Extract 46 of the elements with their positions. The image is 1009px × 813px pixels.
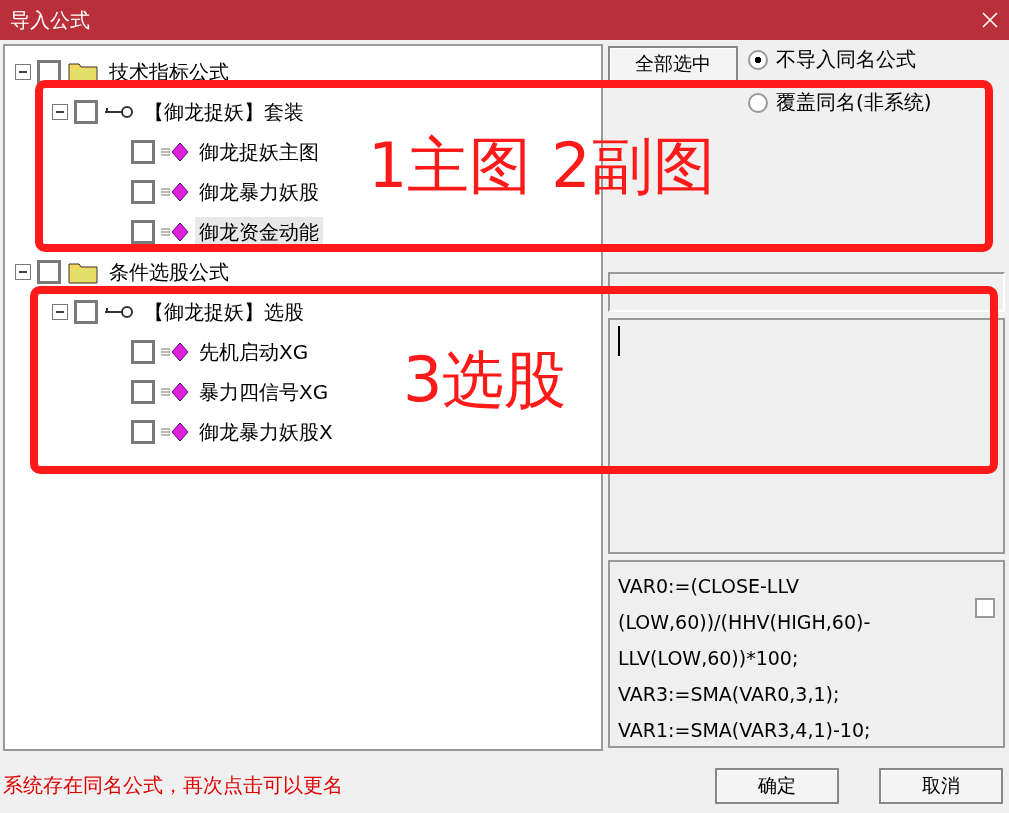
radio-button[interactable] bbox=[748, 92, 768, 113]
checkbox[interactable] bbox=[131, 420, 155, 444]
radio-option[interactable]: 覆盖同名(非系统) bbox=[748, 89, 932, 116]
collapse-icon[interactable] bbox=[52, 104, 68, 120]
annotation-label: 1主图 2副图 bbox=[368, 128, 715, 204]
close-icon[interactable] bbox=[981, 11, 999, 29]
description-field[interactable] bbox=[608, 318, 1005, 554]
tree-item[interactable]: 条件选股公式 bbox=[105, 256, 233, 288]
tree-item[interactable]: 【御龙捉妖】选股 bbox=[140, 296, 308, 328]
gem-icon bbox=[161, 422, 189, 442]
cancel-button[interactable]: 取消 bbox=[879, 767, 1003, 804]
window-title: 导入公式 bbox=[10, 6, 90, 34]
select-all-button[interactable]: 全部选中 bbox=[608, 46, 738, 82]
formula-code: VAR0:=(CLOSE-LLV (LOW,60))/(HHV(HIGH,60)- LLV(LOW,60))*100; VAR3:=SMA(VAR0,3,1); VAR1:=SMA(VAR3,4,1)-10; bbox=[618, 574, 871, 740]
ok-button[interactable]: 确定 bbox=[715, 767, 839, 804]
checkbox[interactable] bbox=[131, 220, 155, 244]
checkbox[interactable] bbox=[131, 380, 155, 404]
checkbox[interactable] bbox=[131, 180, 155, 204]
checkbox[interactable] bbox=[131, 340, 155, 364]
checkbox[interactable] bbox=[975, 598, 995, 618]
gem-icon bbox=[161, 142, 189, 162]
radio-button[interactable] bbox=[748, 49, 768, 70]
tree-item[interactable]: 御龙暴力妖股 bbox=[195, 176, 323, 208]
gem-icon bbox=[161, 222, 189, 242]
tree-item[interactable]: 先机启动XG bbox=[195, 336, 313, 368]
text-cursor bbox=[618, 326, 620, 356]
checkbox[interactable] bbox=[74, 100, 98, 124]
gem-icon bbox=[161, 382, 189, 402]
checkbox[interactable] bbox=[131, 140, 155, 164]
gem-icon bbox=[161, 182, 189, 202]
tree-item[interactable]: 御龙暴力妖股X bbox=[195, 416, 337, 448]
collapse-icon[interactable] bbox=[15, 264, 31, 280]
tree-item[interactable]: 【御龙捉妖】套装 bbox=[140, 96, 308, 128]
key-icon bbox=[104, 305, 134, 319]
folder-icon bbox=[67, 260, 99, 284]
checkbox[interactable] bbox=[74, 300, 98, 324]
tree-item[interactable]: 御龙捉妖主图 bbox=[195, 136, 323, 168]
tree-item[interactable]: 暴力四信号XG bbox=[195, 376, 333, 408]
collapse-icon[interactable] bbox=[15, 64, 31, 80]
annotation-label: 3选股 bbox=[403, 342, 567, 418]
status-message: 系统存在同名公式，再次点击可以更名 bbox=[3, 772, 343, 799]
key-icon bbox=[104, 105, 134, 119]
collapse-icon[interactable] bbox=[52, 304, 68, 320]
radio-option[interactable]: 不导入同名公式 bbox=[748, 46, 932, 73]
checkbox[interactable] bbox=[37, 260, 61, 284]
gem-icon bbox=[161, 342, 189, 362]
